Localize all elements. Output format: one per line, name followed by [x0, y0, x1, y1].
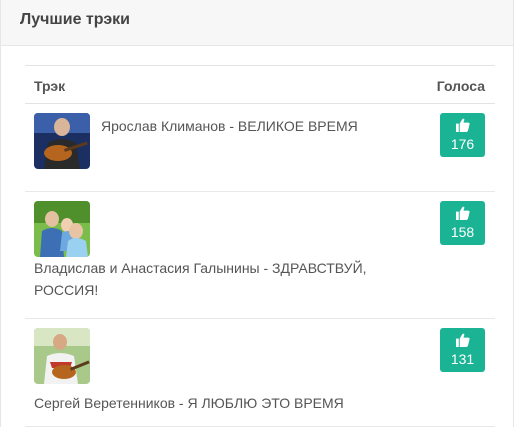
table-row: Владислав и Анастасия Галынины - ЗДРАВСТ… [25, 192, 495, 319]
track-thumbnail[interactable] [34, 113, 90, 169]
thumbs-up-icon [455, 118, 470, 132]
vote-count: 131 [450, 351, 475, 367]
vote-button[interactable]: 158 [440, 201, 485, 245]
thumbs-up-icon [455, 206, 470, 220]
track-thumbnail[interactable] [34, 201, 90, 257]
table-row: Ярослав Климанов - ВЕЛИКОЕ ВРЕМЯ 176 [25, 104, 495, 192]
table-header: Трэк Голоса [25, 65, 495, 104]
guitarist-photo [34, 113, 90, 169]
panel-header: Лучшие трэки [1, 0, 513, 46]
panel-title: Лучшие трэки [20, 11, 131, 28]
vote-button[interactable]: 131 [440, 328, 485, 372]
vote-count: 176 [450, 136, 475, 152]
track-title[interactable]: Владислав и Анастасия Галынины - ЗДРАВСТ… [34, 257, 414, 301]
track-thumbnail[interactable] [34, 328, 90, 384]
table-row: Сергей Веретенников - Я ЛЮБЛЮ ЭТО ВРЕМЯ … [25, 319, 495, 427]
vote-count: 158 [450, 224, 475, 240]
column-header-votes: Голоса [436, 78, 485, 94]
top-tracks-panel: Лучшие трэки Трэк Голоса Ярослав Климано… [0, 0, 514, 427]
vote-button[interactable]: 176 [440, 113, 485, 157]
tracks-table: Трэк Голоса Ярослав Климанов - ВЕЛИКОЕ В… [25, 65, 495, 427]
track-title[interactable]: Ярослав Климанов - ВЕЛИКОЕ ВРЕМЯ [101, 116, 401, 136]
thumbs-up-icon [455, 333, 470, 347]
column-header-track: Трэк [34, 78, 66, 94]
family-photo [34, 201, 90, 257]
track-title[interactable]: Сергей Веретенников - Я ЛЮБЛЮ ЭТО ВРЕМЯ [34, 392, 414, 414]
guitarist-outdoor-photo [34, 328, 90, 384]
